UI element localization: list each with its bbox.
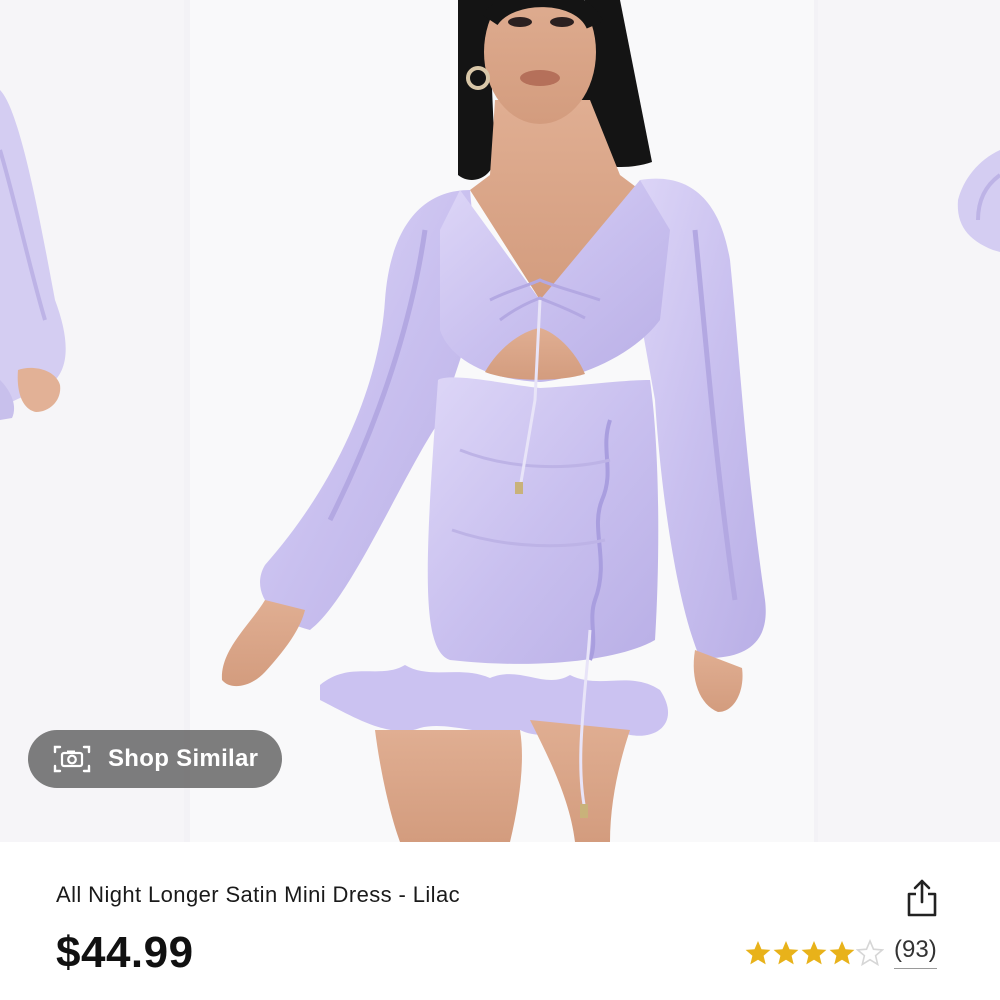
product-info: All Night Longer Satin Mini Dress - Lila… <box>0 842 1000 1000</box>
product-image-carousel[interactable]: Shop Similar <box>0 0 1000 842</box>
bottom-sheet-handle <box>425 996 505 1000</box>
share-icon[interactable] <box>904 878 940 918</box>
product-rating[interactable]: (93) <box>744 936 937 969</box>
shop-similar-label: Shop Similar <box>108 745 259 772</box>
star-filled-icon <box>745 940 771 964</box>
star-filled-icon <box>801 940 827 964</box>
carousel-slide-previous[interactable] <box>0 0 184 842</box>
camera-icon <box>53 745 91 773</box>
product-title: All Night Longer Satin Mini Dress - Lila… <box>56 882 460 907</box>
carousel-slide-next[interactable] <box>818 0 1000 842</box>
star-filled-icon <box>829 940 855 964</box>
product-price: $44.99 <box>56 928 194 977</box>
star-filled-icon <box>773 940 799 964</box>
shop-similar-button[interactable]: Shop Similar <box>28 730 282 788</box>
review-count-link[interactable]: (93) <box>894 936 937 969</box>
next-product-photo <box>818 0 1000 842</box>
main-product-photo <box>190 0 814 842</box>
previous-product-photo <box>0 0 184 842</box>
carousel-slide-main[interactable] <box>190 0 814 842</box>
star-empty-icon <box>856 938 884 966</box>
product-page: Shop Similar All Night Longer Satin Mini… <box>0 0 1000 1000</box>
rating-stars <box>744 938 884 967</box>
